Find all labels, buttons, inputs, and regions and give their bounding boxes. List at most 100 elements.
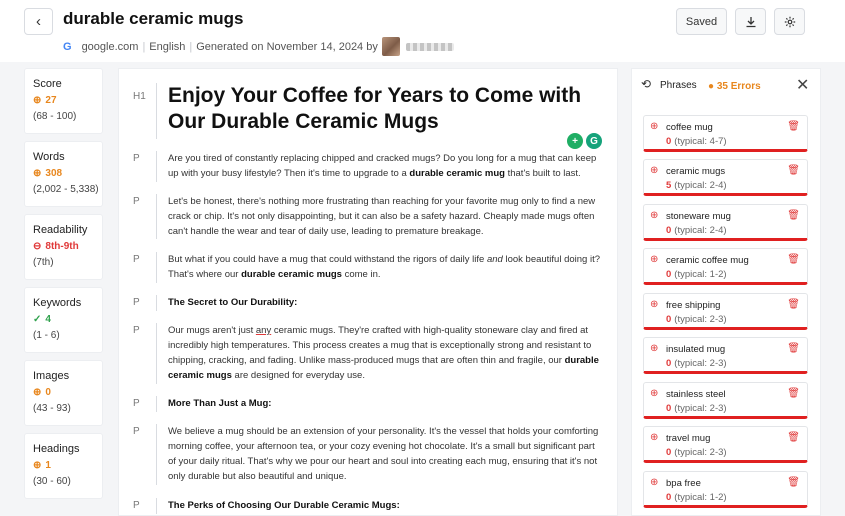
stat-range: (7th) — [33, 257, 54, 268]
arrow-up-circle-icon: ⊕ — [33, 387, 42, 398]
arrow-up-circle-icon: ⊕ — [650, 477, 659, 488]
paragraph[interactable]: We believe a mug should be an extension … — [168, 424, 601, 484]
stat-label: Readability — [33, 224, 88, 236]
paragraph[interactable]: Let's be honest, there's nothing more fr… — [168, 194, 601, 239]
block-tag: P — [133, 153, 140, 164]
phrase-count: 0 (typical: 2-3) — [666, 314, 727, 325]
check-circle-icon: ✓ — [33, 314, 42, 325]
phrase-name: coffee mug — [666, 122, 713, 133]
trash-icon[interactable]: 🗑 — [787, 165, 800, 176]
close-icon[interactable]: ✕ — [796, 75, 809, 95]
phrase-count: 5 (typical: 2-4) — [666, 180, 727, 191]
stat-label: Images — [33, 370, 70, 382]
grammarly-icon[interactable]: G — [586, 133, 602, 149]
trash-icon[interactable]: 🗑 — [787, 388, 800, 399]
block-divider — [156, 151, 157, 182]
trash-icon[interactable]: 🗑 — [787, 254, 800, 265]
stat-value: ✓ 4 — [33, 314, 51, 325]
trash-icon[interactable]: 🗑 — [787, 477, 800, 488]
download-icon — [746, 16, 755, 27]
arrow-up-circle-icon: ⊕ — [650, 121, 659, 132]
block-tag: H1 — [133, 91, 146, 102]
arrow-up-circle-icon: ⊕ — [650, 165, 659, 176]
block-divider — [156, 194, 157, 239]
trash-icon[interactable]: 🗑 — [787, 210, 800, 221]
assistant-plus-icon[interactable]: + — [567, 133, 583, 149]
block-divider — [156, 396, 157, 412]
errors-count[interactable]: ● 35 Errors — [708, 81, 761, 92]
content-block-p: P The Secret to Our Durability: — [119, 295, 617, 311]
content-block-p: P But what if you could have a mug that … — [119, 252, 617, 283]
back-button[interactable]: ‹ — [24, 8, 53, 35]
phrase-count: 0 (typical: 2-3) — [666, 358, 727, 369]
stat-value: ⊖ 8th-9th — [33, 241, 79, 252]
trash-icon[interactable]: 🗑 — [787, 121, 800, 132]
trash-icon[interactable]: 🗑 — [787, 299, 800, 310]
subheading[interactable]: More Than Just a Mug: — [168, 396, 601, 411]
paragraph[interactable]: But what if you could have a mug that co… — [168, 252, 601, 282]
block-tag: P — [133, 325, 140, 336]
phrase-item[interactable]: ⊕ free shipping 0 (typical: 2-3) 🗑 — [643, 293, 808, 330]
block-divider — [156, 424, 157, 485]
phrase-item[interactable]: ⊕ stainless steel 0 (typical: 2-3) 🗑 — [643, 382, 808, 419]
phrase-item[interactable]: ⊕ travel mug 0 (typical: 2-3) 🗑 — [643, 426, 808, 463]
top-actions: Saved — [676, 8, 805, 35]
content-editor[interactable]: H1 Enjoy Your Coffee for Years to Come w… — [118, 68, 618, 516]
subheading[interactable]: The Perks of Choosing Our Durable Cerami… — [168, 498, 601, 513]
stat-label: Headings — [33, 443, 80, 455]
phrase-count: 0 (typical: 2-3) — [666, 403, 727, 414]
block-divider — [156, 498, 157, 514]
author-name-redacted — [405, 42, 454, 51]
phrase-count: 0 (typical: 1-2) — [666, 269, 727, 280]
phrase-name: travel mug — [666, 433, 711, 444]
trash-icon[interactable]: 🗑 — [787, 343, 800, 354]
stat-headings[interactable]: Headings ⊕ 1 (30 - 60) — [24, 433, 103, 499]
stat-images[interactable]: Images ⊕ 0 (43 - 93) — [24, 360, 103, 426]
phrase-name: ceramic mugs — [666, 166, 726, 177]
stat-range: (30 - 60) — [33, 476, 71, 487]
block-tag: P — [133, 196, 140, 207]
paragraph[interactable]: Our mugs aren't just any ceramic mugs. T… — [168, 323, 601, 383]
paragraph[interactable]: Are you tired of constantly replacing ch… — [168, 151, 601, 181]
content-block-p: P The Perks of Choosing Our Durable Cera… — [119, 498, 617, 514]
block-tag: P — [133, 500, 140, 511]
phrases-title: Phrases — [660, 80, 697, 91]
subheading[interactable]: The Secret to Our Durability: — [168, 295, 601, 310]
meta-divider: | — [142, 40, 146, 53]
phrase-item[interactable]: ⊕ coffee mug 0 (typical: 4-7) 🗑 — [643, 115, 808, 152]
arrow-up-circle-icon: ⊕ — [650, 254, 659, 265]
stat-readability[interactable]: Readability ⊖ 8th-9th (7th) — [24, 214, 103, 280]
stat-score[interactable]: Score ⊕ 27 (68 - 100) — [24, 68, 103, 134]
download-button[interactable] — [735, 8, 766, 35]
phrase-item[interactable]: ⊕ stoneware mug 0 (typical: 2-4) 🗑 — [643, 204, 808, 241]
page-title: durable ceramic mugs — [63, 9, 244, 28]
stat-label: Words — [33, 151, 65, 163]
gear-icon — [784, 16, 795, 27]
arrow-up-circle-icon: ⊕ — [33, 460, 42, 471]
phrase-count: 0 (typical: 4-7) — [666, 136, 727, 147]
phrase-item[interactable]: ⊕ insulated mug 0 (typical: 2-3) 🗑 — [643, 337, 808, 374]
content-block-p: P More Than Just a Mug: — [119, 396, 617, 412]
phrase-item[interactable]: ⊕ ceramic mugs 5 (typical: 2-4) 🗑 — [643, 159, 808, 196]
block-divider — [156, 83, 157, 139]
refresh-icon[interactable]: ⟲ — [641, 77, 651, 91]
spelling-flag: any — [255, 325, 272, 336]
settings-button[interactable] — [774, 8, 805, 35]
stat-words[interactable]: Words ⊕ 308 (2,002 - 5,338) — [24, 141, 103, 207]
trash-icon[interactable]: 🗑 — [787, 432, 800, 443]
content-block-p: P Are you tired of constantly replacing … — [119, 151, 617, 182]
arrow-up-circle-icon: ⊕ — [650, 299, 659, 310]
content-block-p: P Our mugs aren't just any ceramic mugs.… — [119, 323, 617, 384]
stat-label: Keywords — [33, 297, 82, 309]
stat-keywords[interactable]: Keywords ✓ 4 (1 - 6) — [24, 287, 103, 353]
meta-generated: Generated on November 14, 2024 by — [196, 40, 378, 53]
phrases-panel: ⟲ Phrases ● 35 Errors ✕ ⊕ coffee mug 0 (t… — [631, 68, 821, 516]
heading-h1[interactable]: Enjoy Your Coffee for Years to Come with… — [168, 83, 601, 135]
meta-divider: | — [189, 40, 193, 53]
phrase-item[interactable]: ⊕ ceramic coffee mug 0 (typical: 1-2) 🗑 — [643, 248, 808, 285]
saved-button[interactable]: Saved — [676, 8, 727, 35]
content-block-p: P We believe a mug should be an extensio… — [119, 424, 617, 485]
arrow-up-circle-icon: ⊕ — [33, 95, 42, 106]
phrase-item[interactable]: ⊕ bpa free 0 (typical: 1-2) 🗑 — [643, 471, 808, 508]
stat-value: ⊕ 27 — [33, 95, 57, 106]
